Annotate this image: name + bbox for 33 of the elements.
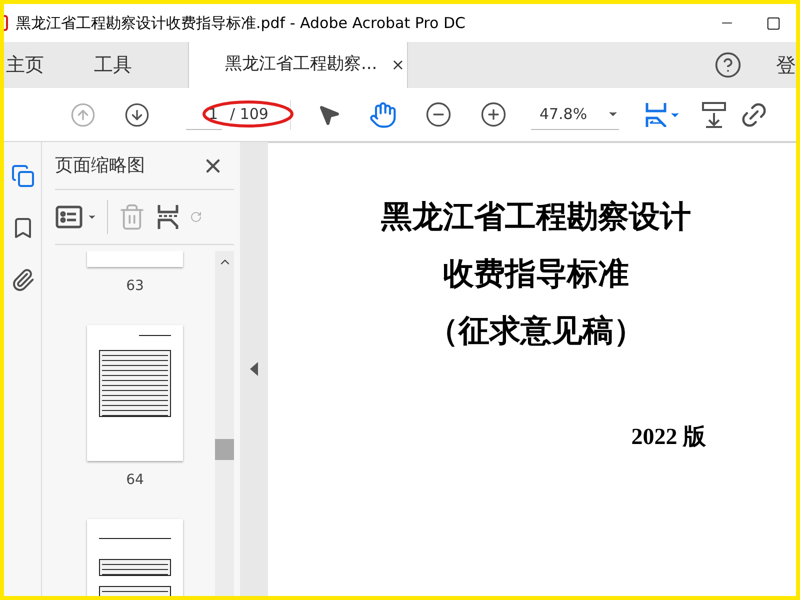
nav-tab[interactable]: 主页 [4,42,68,88]
document-title: 黑龙江省工程勘察设计 [381,198,691,237]
sign-in-link[interactable]: 登 [776,42,796,88]
page-number-field[interactable]: 1 [186,100,222,130]
page-thumbnail[interactable] [87,251,183,267]
download-tray-icon[interactable] [701,100,728,128]
fit-page-icon[interactable] [645,100,682,128]
zoom-out-button[interactable] [425,101,452,128]
paperclip-icon[interactable] [10,268,34,292]
scrollbar[interactable] [215,251,234,596]
page-thumbnail[interactable] [87,325,183,461]
panel-title: 页面缩略图 [55,154,145,178]
pages-icon[interactable] [10,164,34,188]
scrollbar-thumb[interactable] [215,439,234,460]
hand-tool-icon[interactable] [369,100,398,128]
maximize-icon[interactable] [766,16,780,30]
window-title: 黑龙江省工程勘察设计收费指导标准.pdf - Adobe Acrobat Pro DC [16,12,466,34]
collapse-arrow-icon[interactable] [250,362,258,376]
page-count: / 109 [230,104,268,126]
zoom-dropdown[interactable]: 47.8% [531,100,620,130]
document-title: （征求意见稿） [428,312,644,351]
edition-label: 2022 版 [631,423,706,451]
pdf-app-icon [4,15,8,31]
document-tab[interactable]: 黑龙江省工程勘察... × [188,42,408,88]
tab-close-button[interactable]: × [391,53,405,77]
nav-tab[interactable]: 工具 [68,42,158,88]
page-number: 64 [126,471,144,490]
options-menu-icon[interactable] [55,205,97,229]
document-title: 收费指导标准 [443,255,629,294]
zoom-in-button[interactable] [480,101,508,128]
page-number: 63 [126,277,144,296]
insert-page-icon[interactable] [156,204,180,230]
page-thumbnail[interactable] [87,519,183,596]
